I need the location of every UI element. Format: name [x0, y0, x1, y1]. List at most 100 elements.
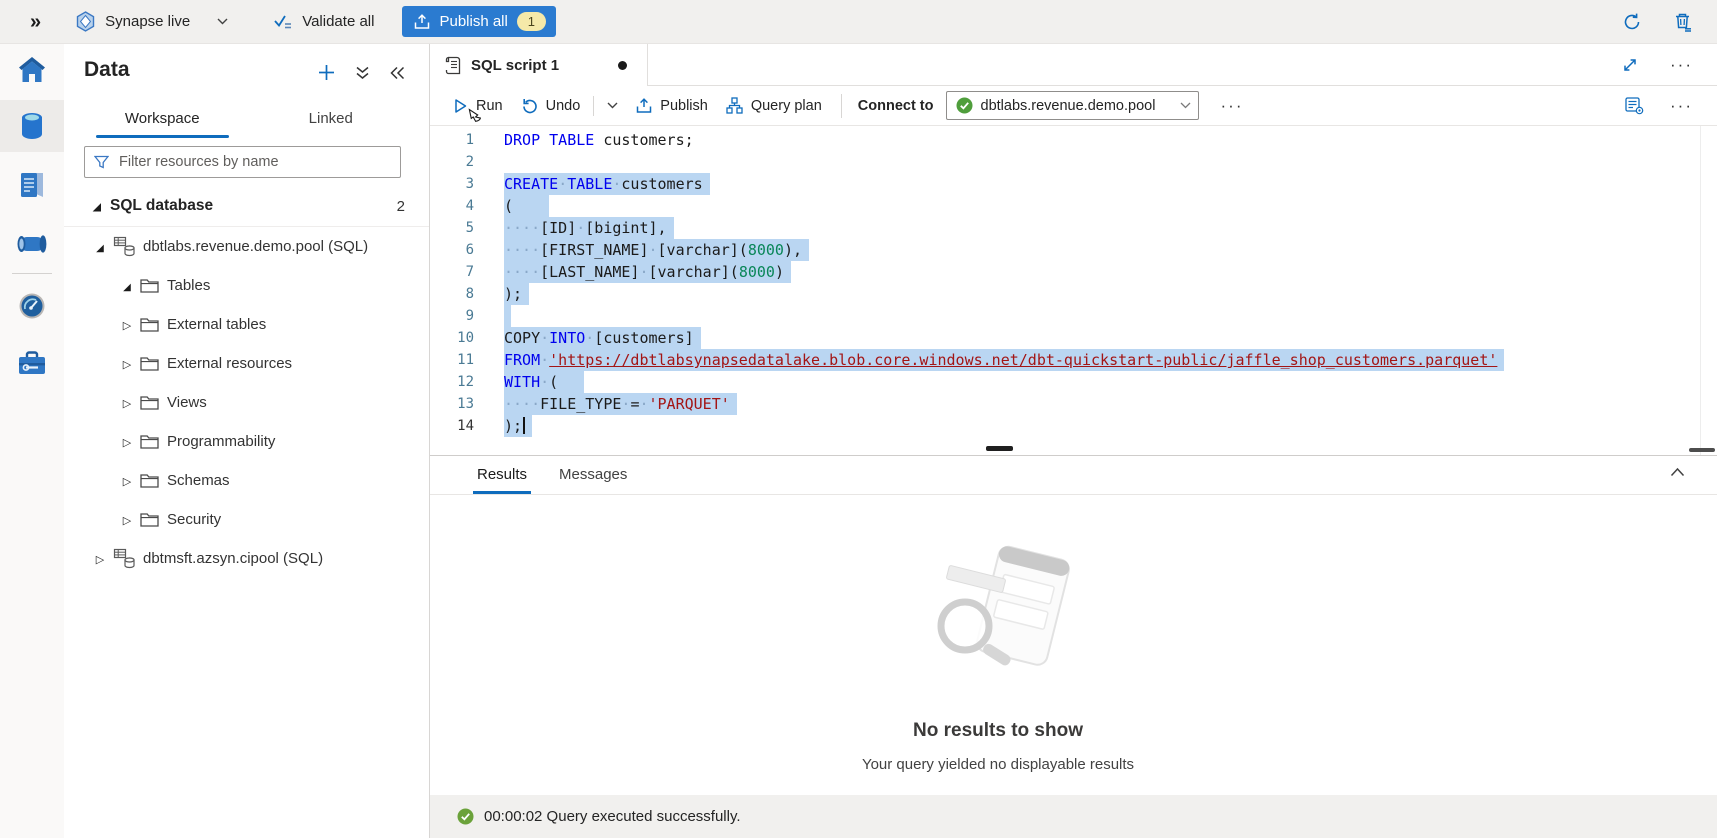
- code-line-10[interactable]: 10COPY·INTO·[customers]: [430, 327, 1717, 349]
- selected-pool-name: dbtlabs.revenue.demo.pool: [981, 98, 1173, 114]
- code-line-5[interactable]: 5····[ID]·[bigint],: [430, 217, 1717, 239]
- tree-expander-icon[interactable]: [93, 238, 107, 255]
- tab-results[interactable]: Results: [477, 456, 527, 494]
- collapse-all-icon[interactable]: [354, 64, 371, 82]
- tree-item-external-resources[interactable]: External resources: [64, 344, 429, 383]
- nav-integrate[interactable]: [0, 218, 64, 270]
- validate-all-button[interactable]: Validate all: [274, 13, 374, 30]
- upload-icon: [414, 14, 430, 30]
- tree-item-views[interactable]: Views: [64, 383, 429, 422]
- sql-code-editor[interactable]: 1DROP TABLE customers;23CREATE·TABLE·cus…: [430, 126, 1717, 455]
- tree-expander-icon[interactable]: [93, 550, 107, 567]
- connect-to-label: Connect to: [858, 98, 934, 114]
- environment-switcher[interactable]: Synapse live: [75, 11, 228, 32]
- horizontal-scrollbar-thumb[interactable]: [1689, 448, 1715, 452]
- tree-expander-icon[interactable]: [120, 394, 134, 411]
- line-number: 7: [430, 261, 474, 283]
- code-line-1[interactable]: 1DROP TABLE customers;: [430, 129, 1717, 151]
- undo-icon: [521, 98, 538, 114]
- tree-expander-icon[interactable]: [120, 316, 134, 333]
- success-check-icon: [457, 808, 474, 825]
- tree-item-pool-dbtmsft[interactable]: dbtmsft.azsyn.cipool (SQL): [64, 539, 429, 578]
- toolbar-more-actions-button[interactable]: ···: [1213, 92, 1252, 120]
- tree-expander-icon[interactable]: [120, 277, 134, 294]
- code-line-3[interactable]: 3CREATE·TABLE·customers: [430, 173, 1717, 195]
- document-icon: [19, 171, 45, 199]
- tab-more-actions-button[interactable]: ···: [1662, 51, 1701, 79]
- synapse-logo-icon: [75, 11, 96, 32]
- code-line-7[interactable]: 7····[LAST_NAME]·[varchar](8000): [430, 261, 1717, 283]
- collapse-panel-icon[interactable]: [388, 64, 407, 82]
- code-line-6[interactable]: 6····[FIRST_NAME]·[varchar](8000),: [430, 239, 1717, 261]
- line-number: 3: [430, 173, 474, 195]
- view-settings-icon[interactable]: [1623, 95, 1646, 117]
- tree-item-schemas[interactable]: Schemas: [64, 461, 429, 500]
- tree-item-pool-dbtlabs[interactable]: dbtlabs.revenue.demo.pool (SQL): [64, 227, 429, 266]
- editor-more-actions-button[interactable]: ···: [1662, 92, 1701, 120]
- pool-select-dropdown[interactable]: dbtlabs.revenue.demo.pool: [946, 91, 1199, 120]
- undo-button[interactable]: Undo: [512, 92, 590, 120]
- tab-workspace[interactable]: Workspace: [78, 100, 247, 138]
- tree-expander-icon[interactable]: [120, 472, 134, 489]
- expand-sidebar-icon[interactable]: »: [30, 12, 41, 32]
- code-line-8[interactable]: 8);: [430, 283, 1717, 305]
- tree-item-security[interactable]: Security: [64, 500, 429, 539]
- code-line-2[interactable]: 2: [430, 151, 1717, 173]
- tree-expander-icon[interactable]: [90, 197, 104, 215]
- tree-expander-icon[interactable]: [120, 511, 134, 528]
- publish-all-button[interactable]: Publish all 1: [402, 6, 555, 37]
- code-line-4[interactable]: 4(: [430, 195, 1717, 217]
- play-icon: [453, 98, 468, 114]
- undo-label: Undo: [546, 98, 581, 114]
- query-plan-button[interactable]: Query plan: [717, 91, 831, 120]
- tab-linked[interactable]: Linked: [247, 100, 416, 138]
- query-plan-label: Query plan: [751, 98, 822, 114]
- run-options-chevron[interactable]: [598, 96, 627, 115]
- nav-manage[interactable]: [0, 337, 64, 389]
- publish-all-label: Publish all: [439, 13, 507, 30]
- code-line-12[interactable]: 12WITH·(: [430, 371, 1717, 393]
- run-button[interactable]: Run: [444, 92, 512, 120]
- filter-resources-input[interactable]: [117, 153, 400, 171]
- expand-editor-icon[interactable]: [1620, 55, 1640, 75]
- tree-item-sql-database[interactable]: SQL database 2: [64, 186, 429, 226]
- line-number: 10: [430, 327, 474, 349]
- nav-monitor[interactable]: [0, 280, 64, 332]
- tree-item-external-tables[interactable]: External tables: [64, 305, 429, 344]
- code-line-13[interactable]: 13····FILE_TYPE·=·'PARQUET': [430, 393, 1717, 415]
- tree-item-label: External resources: [167, 355, 292, 372]
- tree-expander-icon[interactable]: [120, 433, 134, 450]
- folder-icon: [140, 512, 159, 527]
- publish-button[interactable]: Publish: [627, 92, 717, 120]
- editor-scrollbar-gutter: [1700, 126, 1701, 455]
- chevron-down-icon: [607, 102, 618, 109]
- code-line-11[interactable]: 11FROM·'https://dbtlabsynapsedatalake.bl…: [430, 349, 1717, 371]
- no-results-illustration: [818, 544, 1178, 694]
- tree-expander-icon[interactable]: [120, 355, 134, 372]
- toolbar-divider: [841, 94, 842, 118]
- refresh-button[interactable]: [1620, 10, 1644, 34]
- line-number: 2: [430, 151, 474, 173]
- add-resource-button[interactable]: [316, 62, 337, 83]
- tab-messages[interactable]: Messages: [559, 456, 627, 494]
- line-number: 12: [430, 371, 474, 393]
- tree-item-label: dbtlabs.revenue.demo.pool (SQL): [143, 238, 368, 255]
- tree-item-programmability[interactable]: Programmability: [64, 422, 429, 461]
- data-explorer-panel: Data Workspace Linked SQL d: [64, 44, 430, 838]
- tab-sql-script-1[interactable]: SQL script 1: [430, 44, 648, 86]
- resource-tree: SQL database 2 dbtlabs.revenue.demo.pool…: [64, 186, 429, 578]
- nav-develop[interactable]: [0, 159, 64, 211]
- code-line-14[interactable]: 14);: [430, 415, 1717, 437]
- toolbox-icon: [17, 350, 47, 376]
- upload-icon: [636, 98, 652, 114]
- code-line-9[interactable]: 9: [430, 305, 1717, 327]
- synapse-studio-window: » Synapse live Validate all Publish all …: [0, 0, 1717, 838]
- results-resize-handle[interactable]: [986, 446, 1013, 451]
- discard-trash-button[interactable]: [1672, 10, 1695, 34]
- nav-data[interactable]: [0, 100, 64, 152]
- nav-home[interactable]: [0, 44, 64, 96]
- chevron-down-icon: [217, 18, 228, 25]
- collapse-results-icon[interactable]: [1668, 465, 1687, 479]
- tree-item-tables[interactable]: Tables: [64, 266, 429, 305]
- filter-funnel-icon: [94, 155, 109, 169]
